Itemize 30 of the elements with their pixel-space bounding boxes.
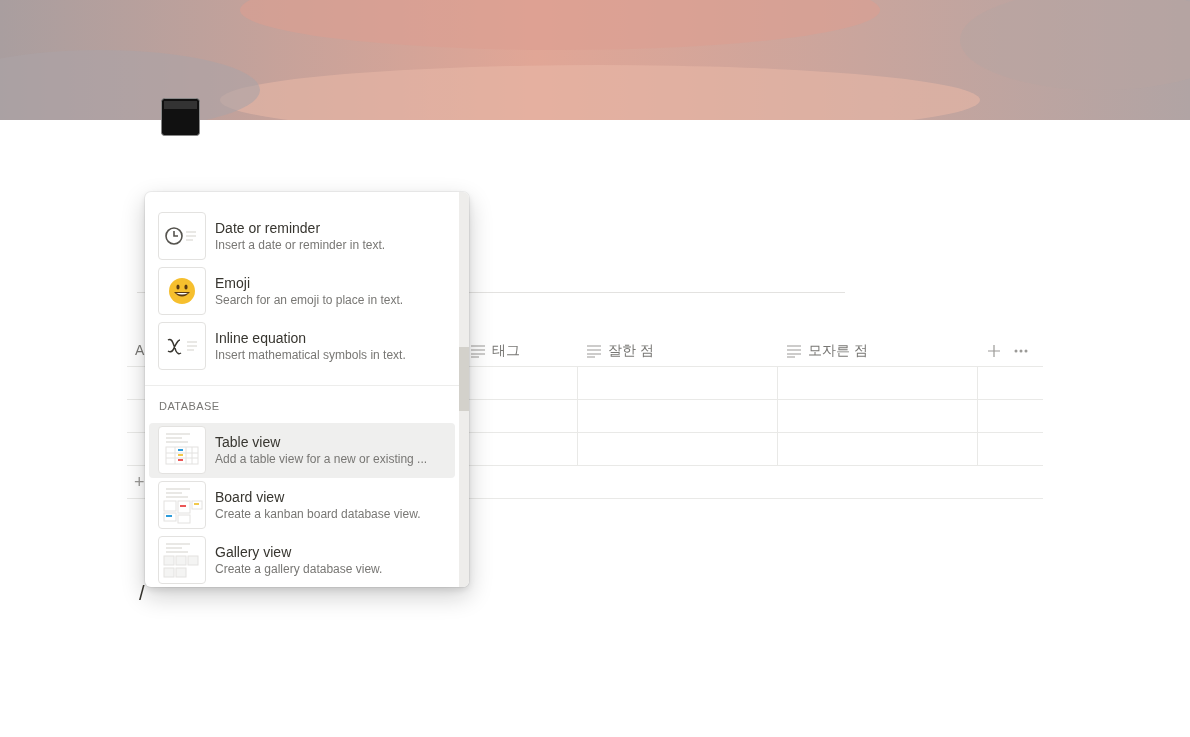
column-header[interactable]: A xyxy=(135,340,145,361)
menu-item[interactable]: Board view Create a kanban board database view. xyxy=(149,477,455,533)
column-header[interactable]: 잘한 점 xyxy=(608,340,654,361)
item-description: Create a kanban board database view. xyxy=(215,506,421,522)
scrollbar[interactable] xyxy=(459,192,469,587)
page-icon xyxy=(161,98,200,136)
item-title: Board view xyxy=(215,488,286,506)
item-title: Emoji xyxy=(215,273,251,292)
menu-item[interactable]: Date or reminder Insert a date or reminder in text. xyxy=(149,208,455,263)
item-description: Insert a date or reminder in text. xyxy=(215,236,386,253)
item-title: Inline equation xyxy=(215,328,308,347)
smiley-icon xyxy=(168,276,196,305)
item-description: Search for an emoji to place in text. xyxy=(215,291,404,308)
menu-item[interactable]: Inline equation Insert mathematical symbols in text. xyxy=(149,318,455,373)
column-header[interactable]: 모자른 점 xyxy=(808,340,868,361)
column-header[interactable]: 태그 xyxy=(492,340,520,361)
text-lines-icon xyxy=(586,342,602,359)
text-lines-icon xyxy=(786,342,802,359)
item-description: Add a table view for a new or existing ... xyxy=(215,451,428,467)
section-header: DATABASE xyxy=(158,399,221,414)
item-description: Create a gallery database view. xyxy=(215,561,383,577)
item-title: Table view xyxy=(215,433,282,451)
item-title: Date or reminder xyxy=(215,218,322,237)
menu-item[interactable]: Emoji Search for an emoji to place in text. xyxy=(149,263,455,318)
more-icon xyxy=(1014,348,1028,353)
menu-item[interactable]: Table view Add a table view for a new or existing ... xyxy=(149,422,455,478)
item-description: Insert mathematical symbols in text. xyxy=(215,346,406,363)
add-icon xyxy=(988,344,1000,357)
text-lines-icon xyxy=(470,342,486,359)
item-title: Gallery view xyxy=(215,543,293,561)
